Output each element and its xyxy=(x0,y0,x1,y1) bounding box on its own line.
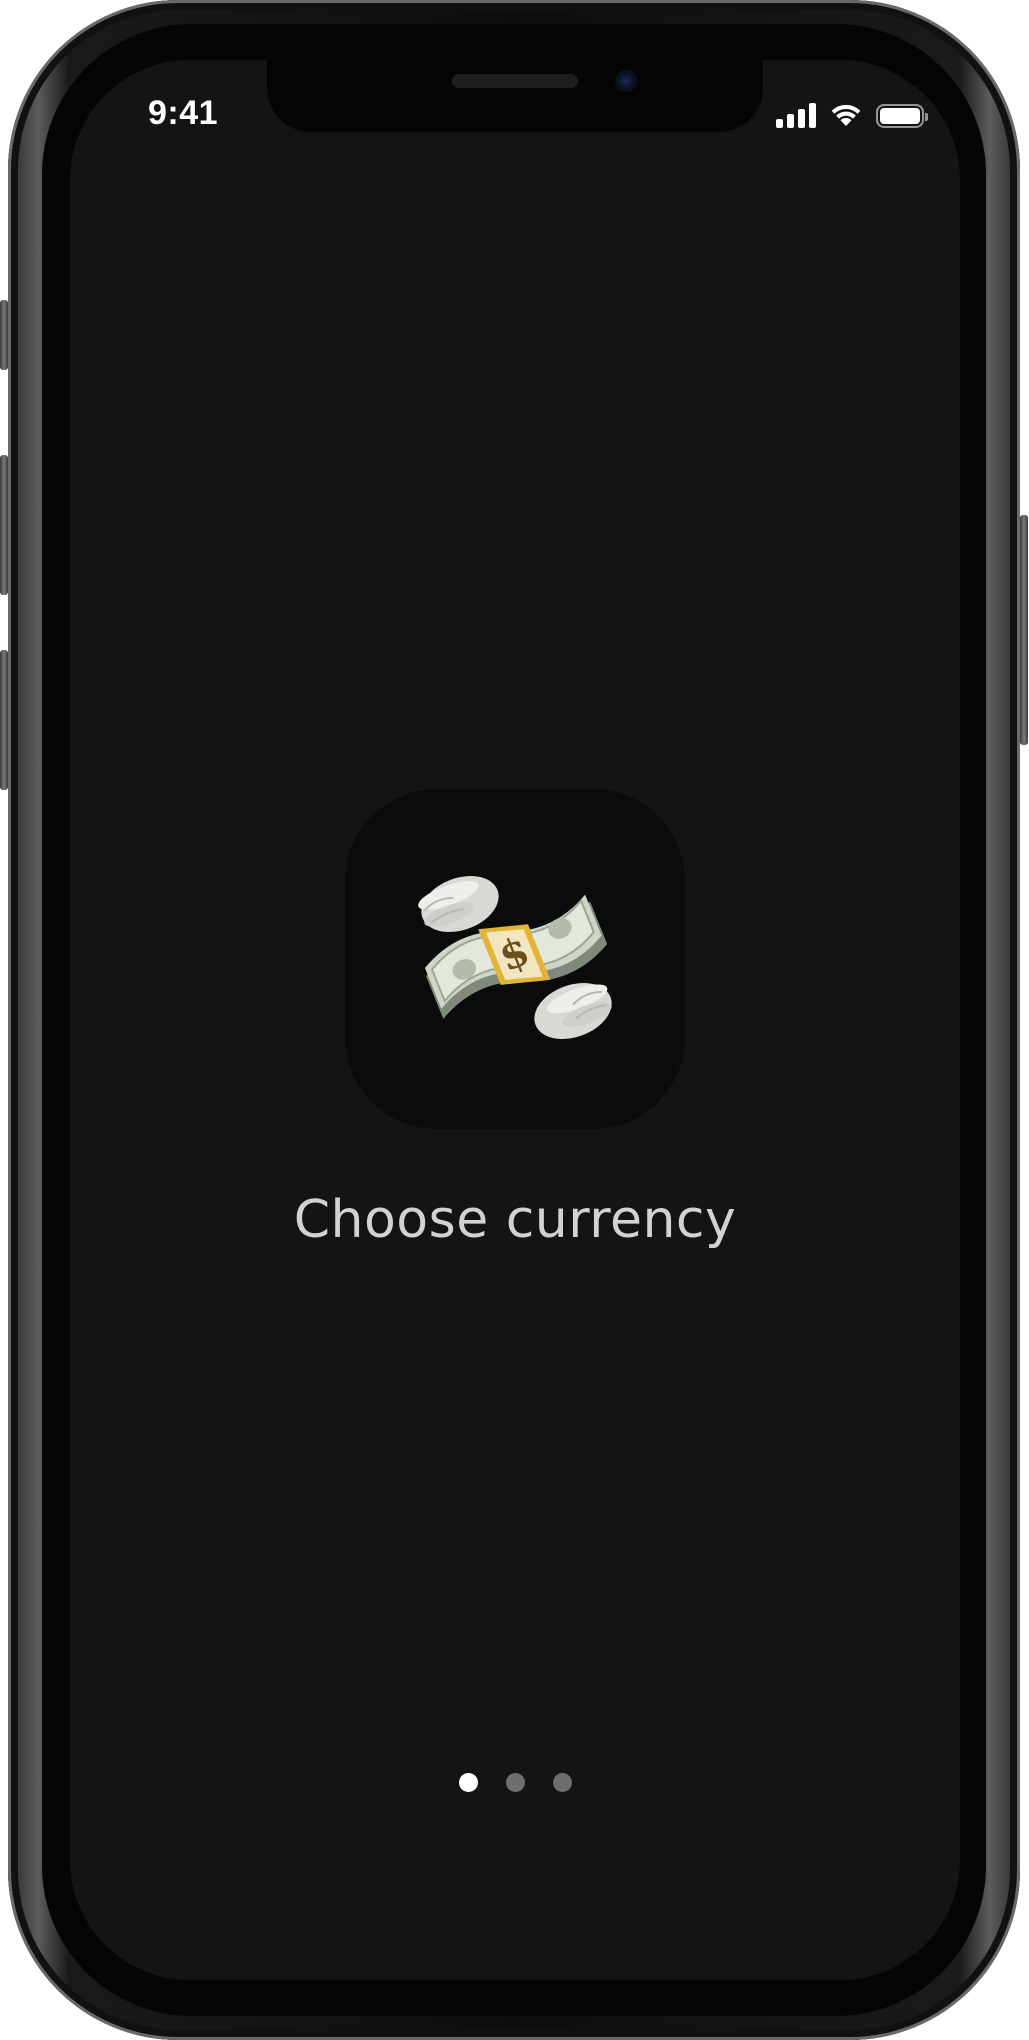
battery-fill xyxy=(880,108,920,124)
money-with-wings-illustration: $ xyxy=(418,875,612,1040)
earpiece-speaker xyxy=(452,74,578,88)
page-dot-2[interactable] xyxy=(505,1773,525,1792)
status-time: 9:41 xyxy=(148,94,219,132)
onboarding-title: Choose currency xyxy=(293,1190,737,1250)
cellular-signal-icon xyxy=(776,102,816,128)
page-dot-3[interactable] xyxy=(552,1773,572,1792)
power-button xyxy=(1020,515,1028,745)
phone-screen: 9:41 $ Choose currency xyxy=(70,60,960,1980)
front-camera xyxy=(615,70,637,92)
status-icons xyxy=(776,100,928,128)
page-dot-1[interactable] xyxy=(458,1773,478,1792)
volume-down-button xyxy=(0,650,8,790)
wifi-icon xyxy=(831,104,861,126)
battery-icon xyxy=(876,104,928,128)
device-mockup: 9:41 $ Choose currency xyxy=(0,0,1029,2040)
page-indicator[interactable] xyxy=(70,1773,960,1792)
notch xyxy=(267,60,763,132)
volume-up-button xyxy=(0,455,8,595)
mute-switch xyxy=(0,300,8,370)
money-with-wings-icon: $ xyxy=(345,789,685,1129)
